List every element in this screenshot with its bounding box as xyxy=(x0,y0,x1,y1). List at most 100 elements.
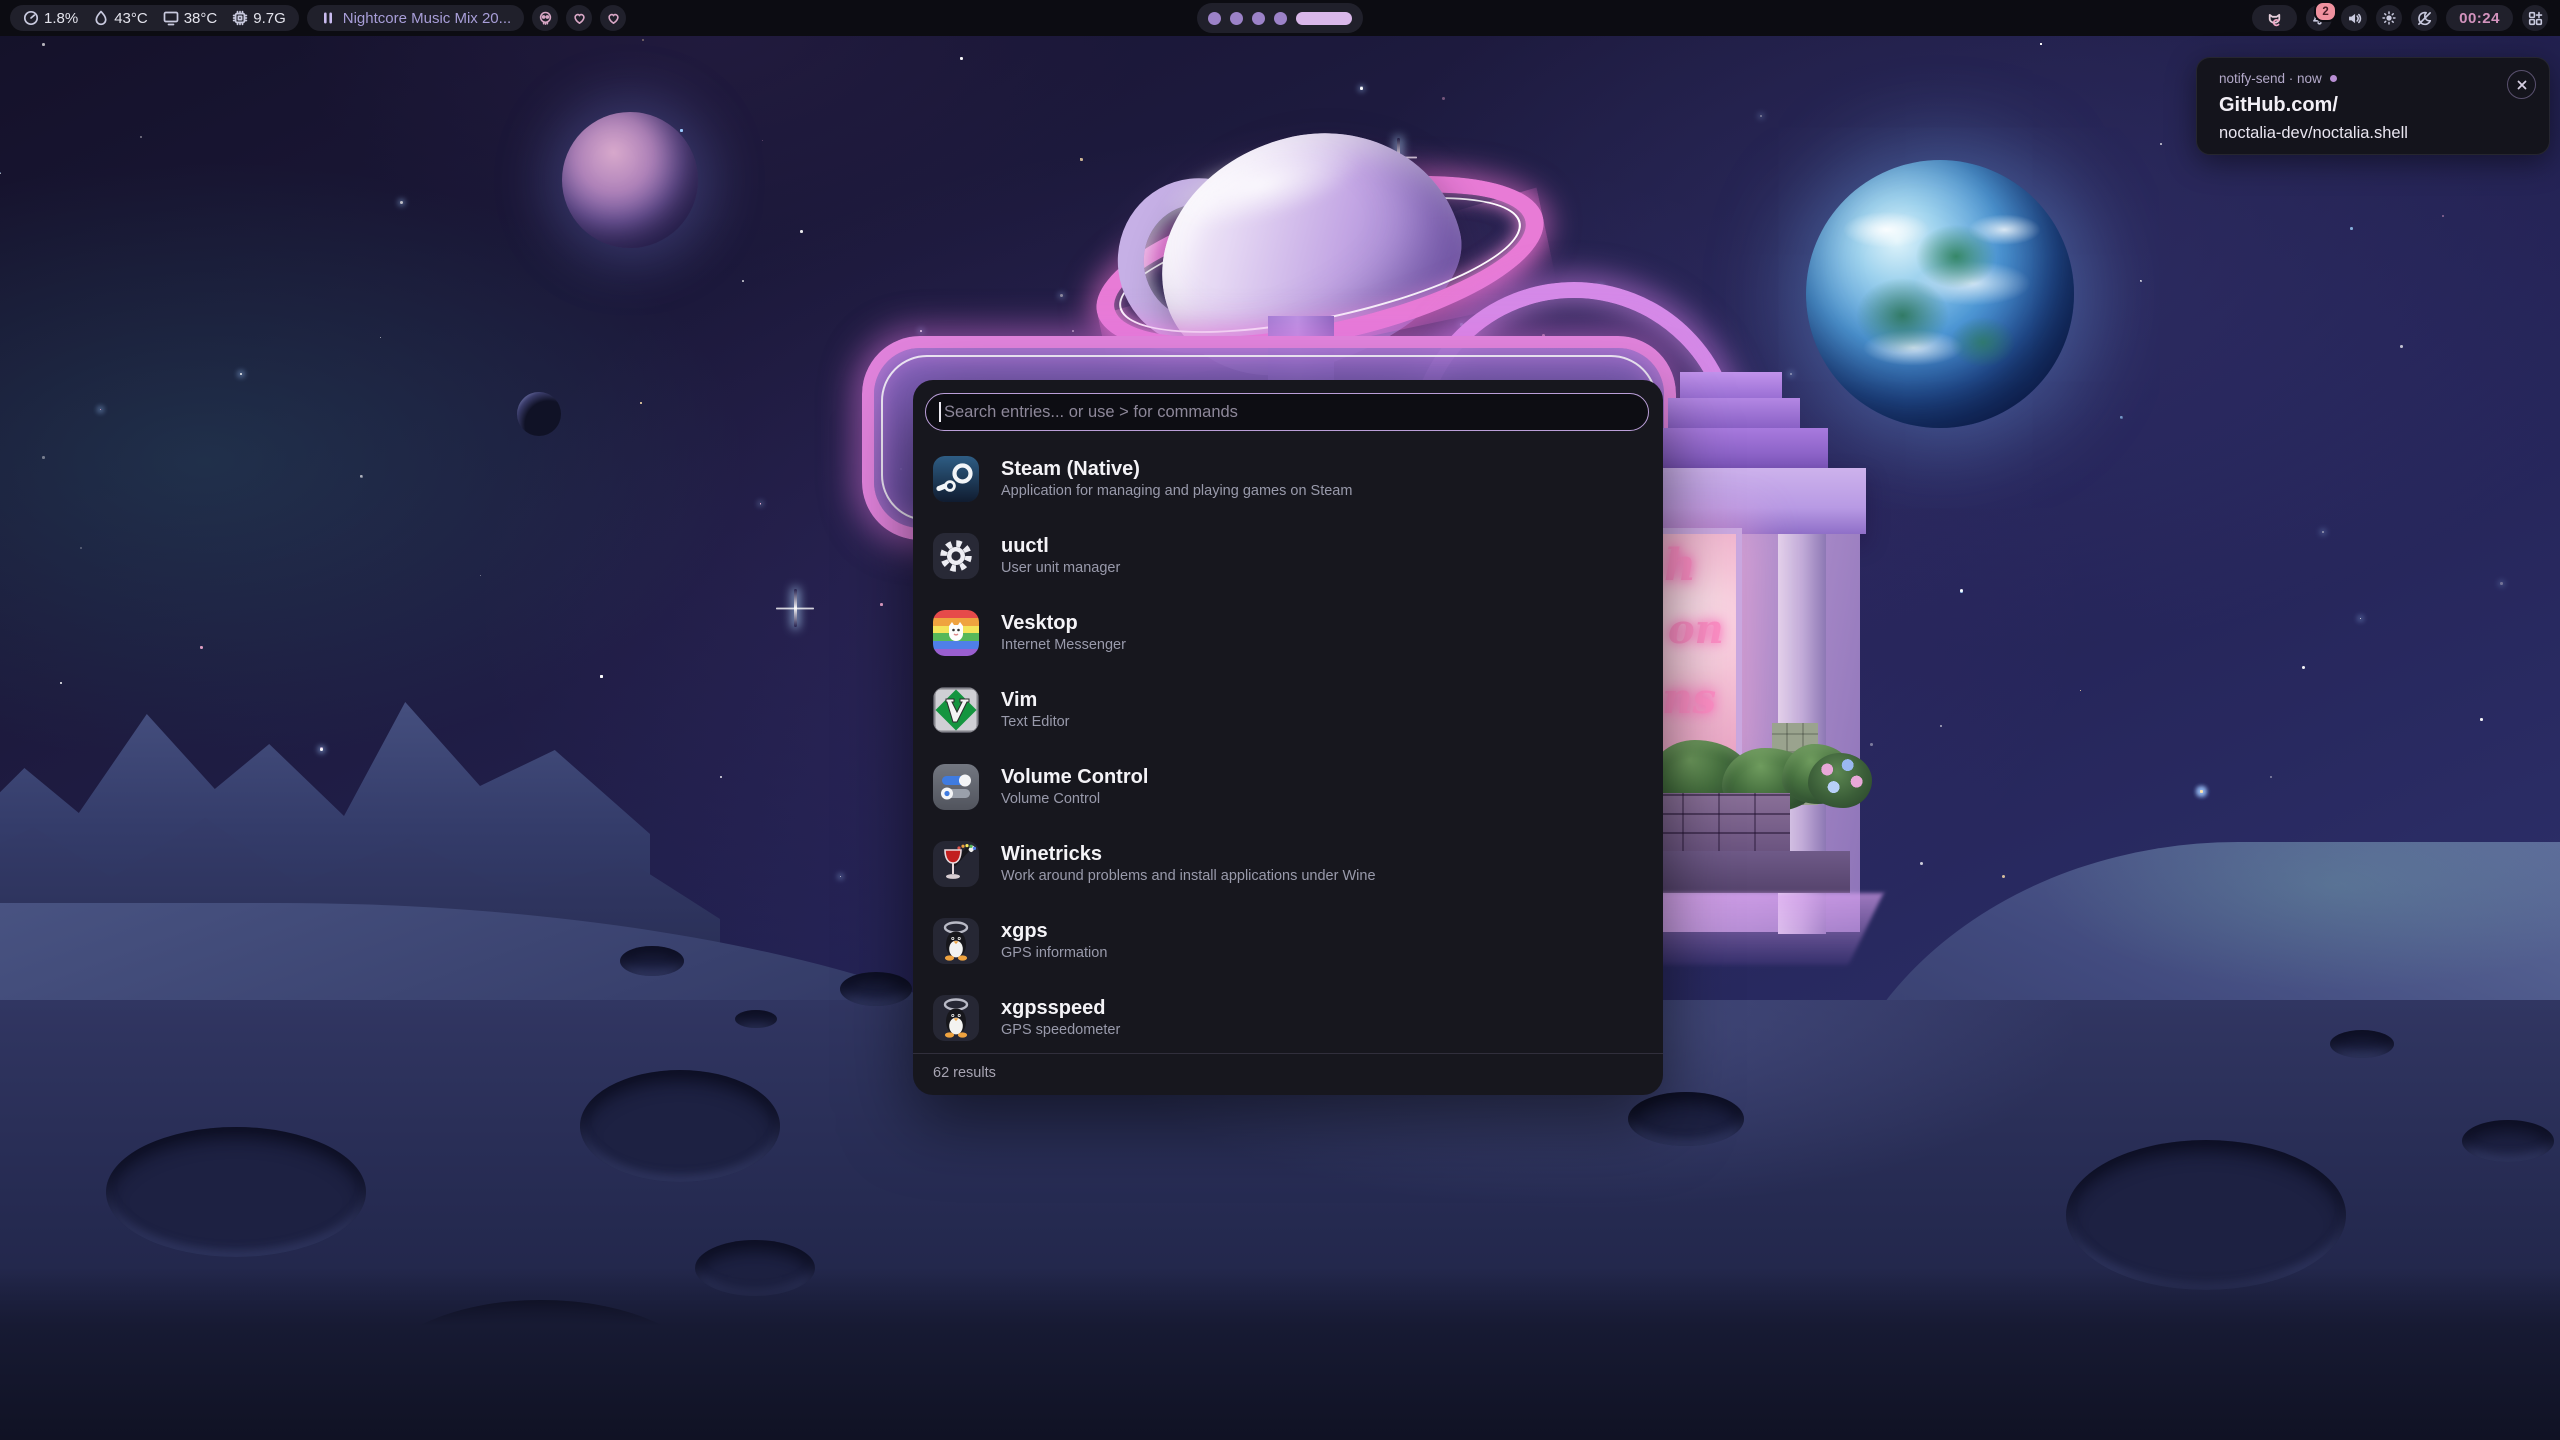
launcher-footer: 62 results xyxy=(913,1053,1663,1095)
app-subtitle: Work around problems and install applica… xyxy=(1001,869,1376,885)
star xyxy=(240,373,242,375)
crater xyxy=(735,1010,777,1028)
system-metrics-widget[interactable]: 1.8% 43°C 38°C 9.7G xyxy=(10,5,299,31)
app-subtitle: GPS speedometer xyxy=(1001,1023,1120,1039)
app-result-row[interactable]: Winetricks Work around problems and inst… xyxy=(913,829,1663,899)
building-roof-step xyxy=(1680,372,1782,398)
star xyxy=(840,876,841,877)
app-result-row[interactable]: Vesktop Internet Messenger xyxy=(913,598,1663,668)
star xyxy=(60,682,62,684)
workspace-1[interactable] xyxy=(1208,12,1221,25)
star xyxy=(1940,725,1942,727)
star xyxy=(360,475,362,477)
star xyxy=(960,57,963,60)
app-title: Winetricks xyxy=(1001,843,1376,865)
crater xyxy=(840,972,912,1006)
notifications-button[interactable]: 2 xyxy=(2306,5,2332,31)
star xyxy=(42,43,45,46)
notification-title: GitHub.com/ xyxy=(2219,94,2338,117)
flame-icon xyxy=(93,10,109,26)
app-result-row[interactable]: xgps GPS information xyxy=(913,906,1663,976)
star xyxy=(2322,531,2324,533)
desktop: h on ns 1.8% 43°C 38°C xyxy=(0,0,2560,1440)
workspace-3[interactable] xyxy=(1252,12,1265,25)
workspace-2[interactable] xyxy=(1230,12,1243,25)
app-title: Volume Control xyxy=(1001,766,1148,788)
app-result-row[interactable]: Volume Control Volume Control xyxy=(913,752,1663,822)
star xyxy=(640,402,642,404)
favorite-button[interactable] xyxy=(566,5,592,31)
crescent-planet xyxy=(517,392,561,436)
notification-close-button[interactable] xyxy=(2507,70,2536,99)
gear-icon xyxy=(933,533,979,579)
crater xyxy=(580,1070,780,1182)
star xyxy=(2500,582,2503,585)
crater xyxy=(106,1127,366,1257)
star xyxy=(400,201,403,204)
cpu-temp-value: 43°C xyxy=(114,10,148,27)
crater xyxy=(620,946,684,976)
star xyxy=(2140,280,2142,282)
flower-bush xyxy=(1808,753,1872,808)
app-title: xgps xyxy=(1001,920,1107,942)
grid-plus-icon xyxy=(2528,11,2543,26)
workspaces xyxy=(1197,3,1363,33)
app-result-row[interactable]: Steam (Native) Application for managing … xyxy=(913,444,1663,514)
building-roof-step xyxy=(1668,398,1800,428)
app-result-row[interactable]: Vim Text Editor xyxy=(913,675,1663,745)
launcher-button[interactable] xyxy=(2522,5,2548,31)
star xyxy=(1790,373,1792,375)
speaker-icon xyxy=(2347,11,2362,26)
brightness-button[interactable] xyxy=(2376,5,2402,31)
search-input[interactable] xyxy=(925,393,1649,431)
neon-sign-text: h xyxy=(1664,540,1696,591)
text-caret xyxy=(939,402,941,422)
app-result-row[interactable]: uuctl User unit manager xyxy=(913,521,1663,591)
app-launcher: Steam (Native) Application for managing … xyxy=(913,380,1663,1095)
app-subtitle: User unit manager xyxy=(1001,561,1120,577)
skull-icon xyxy=(538,11,553,26)
tray-app-button[interactable] xyxy=(2252,5,2297,31)
app-title: Vesktop xyxy=(1001,612,1126,634)
winetricks-icon xyxy=(933,841,979,887)
heart-icon xyxy=(606,11,621,26)
app-subtitle: Volume Control xyxy=(1001,792,1148,808)
night-mode-button[interactable] xyxy=(2411,5,2437,31)
media-player-widget[interactable]: Nightcore Music Mix 20... xyxy=(307,5,524,31)
notification-count-badge: 2 xyxy=(2314,1,2337,22)
star xyxy=(880,603,883,606)
star xyxy=(2200,790,2202,792)
app-result-row[interactable]: xgpsspeed GPS speedometer xyxy=(913,983,1663,1053)
pause-icon xyxy=(320,10,336,26)
star xyxy=(2350,227,2353,230)
app-title: Steam (Native) xyxy=(1001,458,1352,480)
volume-button[interactable] xyxy=(2341,5,2367,31)
shop-window: h on ns xyxy=(1652,528,1742,758)
notification-source: notify-send · now xyxy=(2219,71,2322,86)
notification-body: noctalia-dev/noctalia.shell xyxy=(2219,124,2408,143)
star xyxy=(2040,43,2042,45)
star xyxy=(2120,416,2123,419)
favorite-button-2[interactable] xyxy=(600,5,626,31)
star xyxy=(42,456,45,459)
app-subtitle: Application for managing and playing gam… xyxy=(1001,484,1352,500)
star xyxy=(2080,690,2081,691)
display-icon xyxy=(163,10,179,26)
star xyxy=(2400,345,2403,348)
cpu-usage-value: 1.8% xyxy=(44,10,78,27)
star xyxy=(140,136,142,138)
vesktop-icon xyxy=(933,610,979,656)
workspace-5[interactable] xyxy=(1296,12,1352,25)
app-subtitle: GPS information xyxy=(1001,946,1107,962)
star xyxy=(680,129,683,132)
star xyxy=(742,280,744,282)
notification-card[interactable]: notify-send · now GitHub.com/ noctalia-d… xyxy=(2196,57,2550,155)
star xyxy=(800,230,803,233)
star xyxy=(1870,743,1873,746)
star xyxy=(1760,115,1762,117)
star xyxy=(762,140,763,141)
clock-widget[interactable]: 00:24 xyxy=(2446,5,2513,31)
workspace-4[interactable] xyxy=(1274,12,1287,25)
skull-toggle-button[interactable] xyxy=(532,5,558,31)
star xyxy=(2002,875,2005,878)
